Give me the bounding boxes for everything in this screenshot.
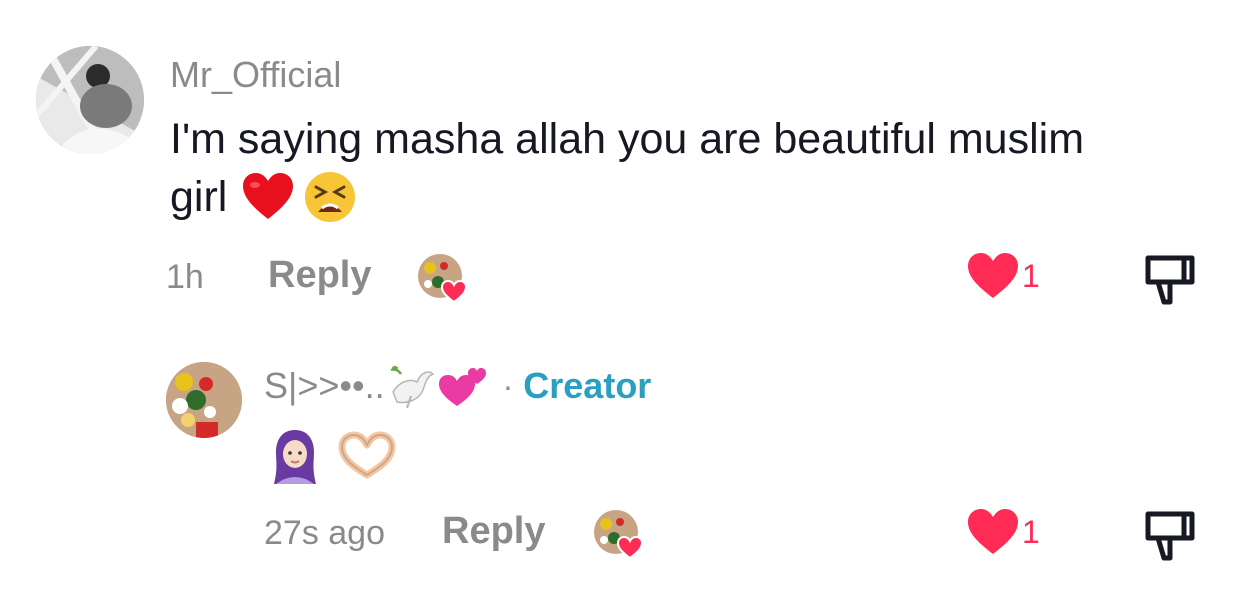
thumbs-down-icon[interactable] (1142, 508, 1198, 564)
heart-filled-icon (968, 253, 1018, 298)
two-hearts-icon (438, 368, 486, 406)
comment-reply-button[interactable]: Reply (268, 254, 371, 297)
dove-icon (390, 366, 435, 409)
heart-hands-icon (338, 431, 396, 479)
tired-face-icon (305, 172, 356, 222)
comment-like-button[interactable]: 1 (966, 252, 1040, 300)
commenter-avatar[interactable] (36, 46, 144, 154)
thumbs-down-icon[interactable] (1142, 252, 1198, 308)
creator-liked-avatar-icon (594, 510, 644, 560)
reply-reply-button[interactable]: Reply (442, 510, 545, 553)
reply-like-count: 1 (1022, 513, 1040, 550)
header-separator: · (502, 367, 514, 404)
woman-with-headscarf-icon (274, 430, 316, 484)
reply-header: S|>>••.. · Creator (264, 362, 651, 410)
reply-avatar[interactable] (166, 362, 242, 438)
reply-like-button[interactable]: 1 (966, 508, 1040, 556)
creator-tag: Creator (523, 365, 652, 406)
comment-text-line2: girl (170, 168, 1220, 226)
comment-text: I'm saying masha allah you are beautiful… (170, 110, 1220, 226)
comment-timestamp: 1h (166, 258, 204, 296)
commenter-username[interactable]: Mr_Official (170, 54, 341, 96)
comment-text-word: girl (170, 173, 228, 221)
comment-text-line1: I'm saying masha allah you are beautiful… (170, 115, 1085, 163)
creator-liked-avatar-icon (418, 254, 468, 304)
heart-filled-icon (968, 509, 1018, 554)
reply-timestamp: 27s ago (264, 514, 385, 552)
avatar-image (166, 362, 242, 438)
reply-text (268, 426, 398, 486)
reply-username[interactable]: S|>>••.. (264, 365, 385, 407)
red-heart-icon (243, 173, 294, 219)
avatar-image (36, 46, 144, 154)
comment-like-count: 1 (1022, 257, 1040, 294)
